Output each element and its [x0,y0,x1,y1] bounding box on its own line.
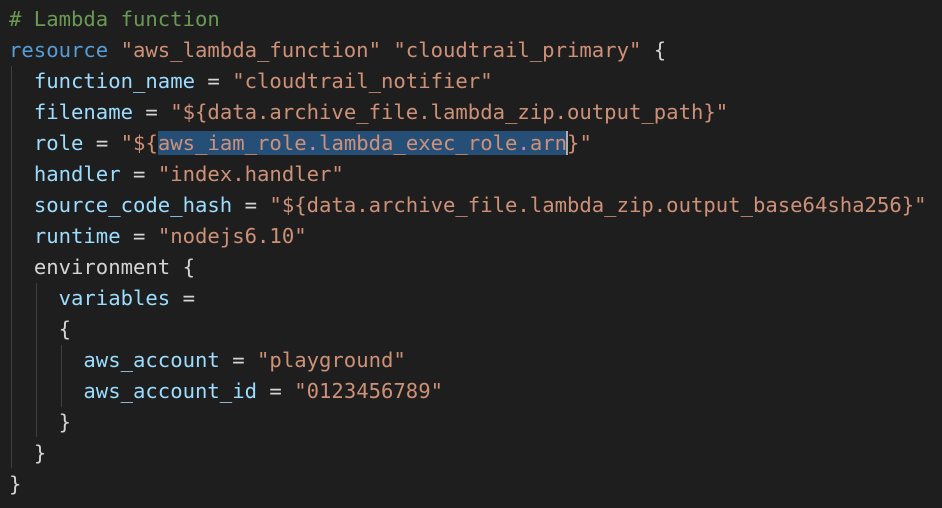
role-segment-2: lambda_exec_role [319,131,518,155]
value-handler: "index.handler" [157,162,344,186]
role-segment-3: arn [529,131,568,155]
resource-type: "aws_lambda_function" [120,38,381,62]
close-brace: } [33,441,47,465]
code-line-14[interactable]: } [9,407,71,438]
equals-sign: = [269,379,282,403]
open-brace: { [653,38,667,62]
key-aws-account-id: aws_account_id [83,379,257,403]
equals-sign: = [207,69,220,93]
key-filename: filename [33,100,134,124]
value-function-name: "cloudtrail_notifier" [232,69,493,93]
code-line-2[interactable]: resource "aws_lambda_function" "cloudtra… [9,35,666,66]
code-line-5[interactable]: role = "${aws_iam_role.lambda_exec_role.… [9,128,592,159]
resource-keyword: resource [9,38,109,62]
equals-sign: = [182,286,196,310]
equals-sign: = [232,348,245,372]
role-dot-2: . [517,131,530,155]
code-line-16[interactable]: } [9,469,21,500]
open-brace: { [182,255,196,279]
code-line-4[interactable]: filename = "${data.archive_file.lambda_z… [9,97,728,128]
code-line-11[interactable]: { [9,314,71,345]
code-line-7[interactable]: source_code_hash = "${data.archive_file.… [9,190,927,221]
comment: # Lambda function [9,7,220,31]
code-line-10[interactable]: variables = [9,283,195,314]
role-suffix-brace: } [567,131,580,155]
key-source-code-hash: source_code_hash [33,193,233,217]
resource-name: "cloudtrail_primary" [393,38,642,62]
equals-sign: = [133,224,146,248]
code-line-15[interactable]: } [9,438,46,469]
code-line-12[interactable]: aws_account = "playground" [9,345,406,376]
code-line-3[interactable]: function_name = "cloudtrail_notifier" [9,66,493,97]
role-prefix: "${ [120,131,158,155]
code-line-9[interactable]: environment { [9,252,195,283]
close-brace: } [58,410,72,434]
close-brace: } [9,472,22,496]
key-aws-account: aws_account [83,348,220,372]
value-aws-account: "playground" [257,348,406,372]
value-aws-account-id: "0123456789" [294,379,444,403]
value-runtime: "nodejs6.10" [157,224,307,248]
code-editor[interactable]: # Lambda function resource "aws_lambda_f… [0,0,942,508]
role-segment-1: aws_iam_role [157,131,307,155]
key-handler: handler [33,162,121,186]
role-suffix-quote: " [579,131,592,155]
equals-sign: = [133,162,146,186]
open-brace: { [58,317,72,341]
code-line-6[interactable]: handler = "index.handler" [9,159,344,190]
equals-sign: = [95,131,109,155]
equals-sign: = [244,193,258,217]
role-dot-1: . [306,131,320,155]
code-line-1[interactable]: # Lambda function [9,4,220,35]
key-role: role [33,131,84,155]
code-line-8[interactable]: runtime = "nodejs6.10" [9,221,307,252]
key-variables: variables [58,286,171,310]
equals-sign: = [145,100,158,124]
key-function-name: function_name [33,69,195,93]
value-filename: "${data.archive_file.lambda_zip.output_p… [170,100,729,124]
value-source-code-hash: "${data.archive_file.lambda_zip.output_b… [269,193,927,217]
key-runtime: runtime [33,224,121,248]
code-line-13[interactable]: aws_account_id = "0123456789" [9,376,443,407]
text-selection[interactable]: aws_iam_role.lambda_exec_role.arn [157,131,568,155]
key-environment: environment [33,255,171,279]
